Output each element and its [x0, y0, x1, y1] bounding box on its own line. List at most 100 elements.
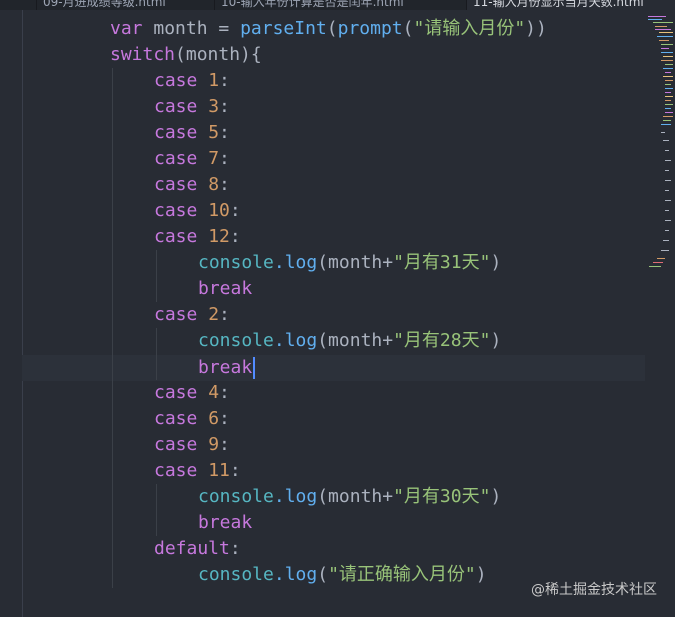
method-name: .log: [273, 330, 318, 351]
string-literal: "月有28天": [393, 330, 491, 351]
punctuation: (: [317, 564, 329, 585]
indent-guide: [156, 250, 157, 302]
keyword: break: [198, 512, 253, 533]
number-literal: 10: [208, 200, 230, 221]
code-line-case: case 5:: [154, 120, 230, 146]
code-line-case: case 9:: [154, 432, 230, 458]
number-literal: 3: [208, 96, 220, 117]
punctuation: :: [229, 460, 241, 481]
number-literal: 6: [208, 408, 220, 429]
keyword: default: [154, 538, 230, 559]
punctuation: ): [490, 486, 502, 507]
keyword: case: [154, 96, 198, 117]
code-line-console-log: console.log(month+"月有28天"): [198, 328, 501, 354]
code-line-switch: switch(month){: [110, 42, 262, 68]
code-line-default: default:: [154, 536, 241, 562]
keyword: case: [154, 200, 198, 221]
keyword: var: [110, 18, 143, 39]
punctuation: :: [219, 70, 230, 91]
punctuation: :: [219, 408, 230, 429]
punctuation: :: [229, 200, 241, 221]
punctuation: :: [219, 304, 230, 325]
keyword: case: [154, 226, 198, 247]
tab-file-09[interactable]: 09-月进成绩等级.html: [36, 0, 214, 10]
keyword: case: [154, 122, 198, 143]
number-literal: 4: [208, 382, 220, 403]
punctuation: )): [525, 18, 547, 39]
number-literal: 11: [208, 460, 230, 481]
method-name: .log: [273, 564, 318, 585]
number-literal: 5: [208, 122, 220, 143]
number-literal: 7: [208, 148, 220, 169]
punctuation: :: [219, 148, 230, 169]
tab-file-11-active[interactable]: 11-输入月份显示当月天数.html: [466, 0, 675, 10]
tab-file-10[interactable]: 10-输入年份计算是否是闰年.html: [214, 0, 466, 10]
code-line-break: break: [198, 276, 252, 302]
code-line-case: case 4:: [154, 380, 230, 406]
code-line-console-log: console.log(month+"月有31天"): [198, 250, 501, 276]
function-name: parseInt: [240, 18, 327, 39]
code-editor[interactable]: var month = parseInt(prompt("请输入月份")) sw…: [22, 10, 645, 617]
keyword: case: [154, 460, 198, 481]
object-name: console: [198, 252, 274, 273]
code-line-break: break: [198, 510, 252, 536]
punctuation: :: [219, 434, 230, 455]
minimap[interactable]: [645, 10, 675, 617]
punctuation: :: [219, 122, 230, 143]
keyword: case: [154, 382, 198, 403]
function-name: prompt: [337, 18, 403, 39]
code-line-var-month: var month = parseInt(prompt("请输入月份")): [110, 16, 547, 42]
keyword: case: [154, 408, 198, 429]
code-line-case: case 10:: [154, 198, 241, 224]
indent-guide: [112, 68, 113, 588]
keyword: break: [198, 357, 253, 378]
code-line-break-current: break: [198, 355, 256, 381]
punctuation: ): [475, 564, 487, 585]
code-line-case: case 6:: [154, 406, 230, 432]
punctuation: (: [402, 18, 414, 39]
indent-guide: [156, 328, 157, 380]
string-literal: "月有30天": [393, 486, 491, 507]
object-name: console: [198, 564, 274, 585]
number-literal: 8: [208, 174, 220, 195]
punctuation: :: [229, 538, 241, 559]
punctuation: :: [219, 96, 230, 117]
keyword: break: [198, 278, 253, 299]
punctuation: :: [219, 174, 230, 195]
keyword: case: [154, 70, 198, 91]
code-line-console-log: console.log(month+"月有30天"): [198, 484, 501, 510]
current-line-highlight: [22, 355, 645, 381]
method-name: .log: [273, 486, 318, 507]
number-literal: 9: [208, 434, 220, 455]
watermark-text: @稀土掘金技术社区: [531, 582, 657, 598]
code-line-case: case 3:: [154, 94, 230, 120]
expression: (month+: [317, 486, 394, 507]
code-line-case: case 12:: [154, 224, 241, 250]
code-line-case: case 8:: [154, 172, 230, 198]
indent-guide: [156, 484, 157, 536]
keyword: case: [154, 434, 198, 455]
gutter: [0, 10, 23, 617]
identifier: month: [153, 18, 208, 39]
code-line-case: case 11:: [154, 458, 241, 484]
punctuation: ): [490, 252, 502, 273]
expression: (month+: [317, 330, 394, 351]
code-line-case: case 7:: [154, 146, 230, 172]
code-line-case: case 1:: [154, 68, 230, 94]
punctuation: :: [229, 226, 241, 247]
keyword: case: [154, 174, 198, 195]
operator: =: [207, 18, 241, 39]
number-literal: 2: [208, 304, 220, 325]
expression: (month){: [175, 44, 262, 65]
punctuation: :: [219, 382, 230, 403]
object-name: console: [198, 330, 274, 351]
method-name: .log: [273, 252, 318, 273]
tab-bar: 09-月进成绩等级.html 10-输入年份计算是否是闰年.html 11-输入…: [0, 0, 675, 10]
keyword: switch: [110, 44, 176, 65]
code-line-console-log: console.log("请正确输入月份"): [198, 562, 487, 588]
punctuation: (: [326, 18, 338, 39]
string-literal: "请输入月份": [413, 18, 526, 39]
keyword: case: [154, 304, 198, 325]
string-literal: "请正确输入月份": [328, 564, 476, 585]
keyword: case: [154, 148, 198, 169]
